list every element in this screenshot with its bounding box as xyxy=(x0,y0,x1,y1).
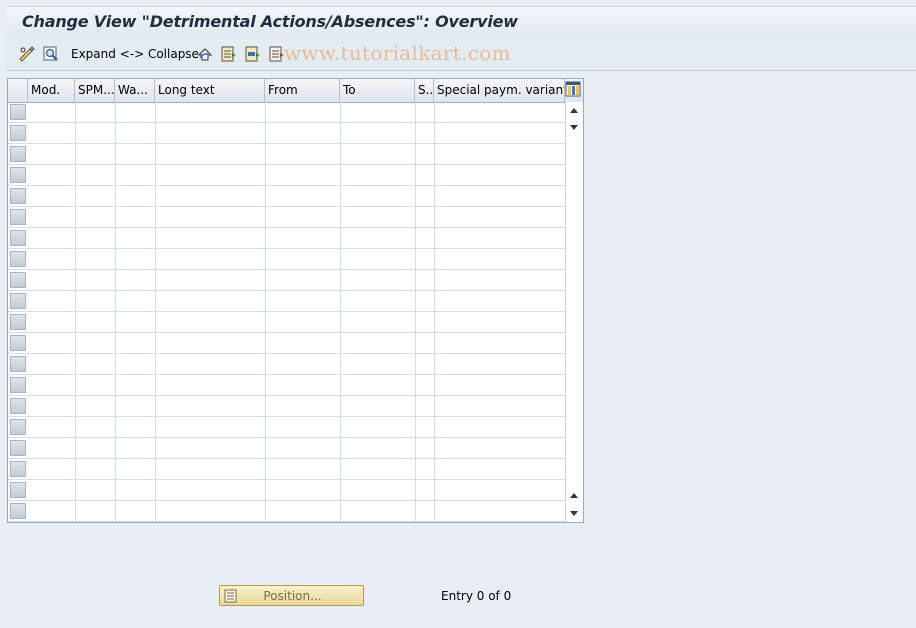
row-selector[interactable] xyxy=(10,503,26,519)
scroll-page-up-icon[interactable] xyxy=(570,493,578,498)
table-row[interactable] xyxy=(8,333,565,354)
column-divider xyxy=(434,102,435,522)
column-header-wa[interactable]: Wa... xyxy=(115,79,155,102)
column-divider xyxy=(265,102,266,522)
column-header-spm[interactable]: SPM... xyxy=(75,79,115,102)
row-selector[interactable] xyxy=(10,377,26,393)
position-button[interactable]: Position... xyxy=(219,585,364,606)
table-row[interactable] xyxy=(8,459,565,480)
row-selector[interactable] xyxy=(10,146,26,162)
row-selector[interactable] xyxy=(10,209,26,225)
row-selector[interactable] xyxy=(10,398,26,414)
select-all-cell[interactable] xyxy=(8,79,28,102)
undo-icon[interactable] xyxy=(196,45,214,63)
row-selector[interactable] xyxy=(10,293,26,309)
column-divider xyxy=(155,102,156,522)
page-title: Change View "Detrimental Actions/Absence… xyxy=(22,12,518,31)
table-row[interactable] xyxy=(8,207,565,228)
row-selector[interactable] xyxy=(10,482,26,498)
position-button-label: Position... xyxy=(263,589,322,603)
row-selector[interactable] xyxy=(10,251,26,267)
table-row[interactable] xyxy=(8,165,565,186)
select-all-icon[interactable] xyxy=(220,45,238,63)
table-control: Mod. SPM... Wa... Long text From To S.. … xyxy=(7,78,584,523)
row-selector[interactable] xyxy=(10,125,26,141)
column-divider xyxy=(75,102,76,522)
table-row[interactable] xyxy=(8,249,565,270)
table-row[interactable] xyxy=(8,438,565,459)
column-header-from[interactable]: From xyxy=(265,79,340,102)
table-settings-icon[interactable] xyxy=(565,81,581,97)
row-selector[interactable] xyxy=(10,188,26,204)
table-row[interactable] xyxy=(8,501,565,522)
watermark-text: www.tutorialkart.com xyxy=(284,41,511,65)
table-row[interactable] xyxy=(8,102,565,123)
row-selector[interactable] xyxy=(10,104,26,120)
column-header-special-paym-variant[interactable]: Special paym. variant xyxy=(434,79,565,102)
column-divider xyxy=(340,102,341,522)
vertical-scrollbar[interactable] xyxy=(565,102,583,522)
edit-glasses-icon[interactable] xyxy=(18,45,36,63)
row-selector[interactable] xyxy=(10,167,26,183)
column-header-mod[interactable]: Mod. xyxy=(28,79,75,102)
scroll-down-icon[interactable] xyxy=(570,125,578,130)
row-selector[interactable] xyxy=(10,230,26,246)
table-row[interactable] xyxy=(8,228,565,249)
table-row[interactable] xyxy=(8,123,565,144)
table-row[interactable] xyxy=(8,186,565,207)
display-change-icon[interactable] xyxy=(42,45,60,63)
table-row[interactable] xyxy=(8,291,565,312)
column-divider xyxy=(115,102,116,522)
title-bar: Change View "Detrimental Actions/Absence… xyxy=(6,6,916,39)
row-selector[interactable] xyxy=(10,419,26,435)
column-header-to[interactable]: To xyxy=(340,79,415,102)
table-row[interactable] xyxy=(8,354,565,375)
row-selector[interactable] xyxy=(10,314,26,330)
row-selector[interactable] xyxy=(10,272,26,288)
table-row[interactable] xyxy=(8,144,565,165)
column-header-long-text[interactable]: Long text xyxy=(155,79,265,102)
row-selector[interactable] xyxy=(10,461,26,477)
row-selector[interactable] xyxy=(10,356,26,372)
table-row[interactable] xyxy=(8,270,565,291)
table-row[interactable] xyxy=(8,417,565,438)
row-selector[interactable] xyxy=(10,440,26,456)
column-divider xyxy=(415,102,416,522)
table-header: Mod. SPM... Wa... Long text From To S.. … xyxy=(8,79,583,103)
table-row[interactable] xyxy=(8,480,565,501)
table-row[interactable] xyxy=(8,396,565,417)
expand-collapse-button[interactable]: Expand <-> Collapse xyxy=(71,47,199,61)
column-header-s[interactable]: S.. xyxy=(415,79,434,102)
table-row[interactable] xyxy=(8,312,565,333)
table-row[interactable] xyxy=(8,375,565,396)
entry-count: Entry 0 of 0 xyxy=(441,589,512,603)
scroll-up-icon[interactable] xyxy=(570,108,578,113)
scroll-page-down-icon[interactable] xyxy=(570,511,578,516)
row-selector[interactable] xyxy=(10,335,26,351)
select-block-icon[interactable] xyxy=(244,45,262,63)
